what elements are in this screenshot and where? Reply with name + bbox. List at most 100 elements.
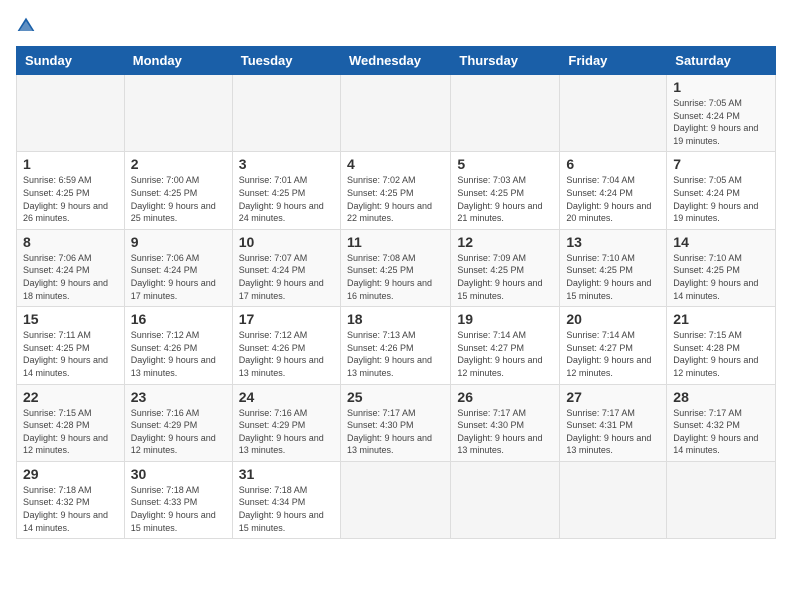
calendar-cell [340,75,450,152]
day-info: Sunrise: 7:14 AMSunset: 4:27 PMDaylight:… [457,330,542,378]
calendar-cell: 14 Sunrise: 7:10 AMSunset: 4:25 PMDayligh… [667,229,776,306]
calendar-table: SundayMondayTuesdayWednesdayThursdayFrid… [16,46,776,539]
day-info: Sunrise: 7:15 AMSunset: 4:28 PMDaylight:… [673,330,758,378]
day-info: Sunrise: 7:17 AMSunset: 4:30 PMDaylight:… [457,408,542,456]
calendar-week-2: 1Sunrise: 6:59 AMSunset: 4:25 PMDaylight… [17,152,776,229]
day-info: Sunrise: 7:10 AMSunset: 4:25 PMDaylight:… [673,253,758,301]
calendar-cell: 12Sunrise: 7:09 AMSunset: 4:25 PMDayligh… [451,229,560,306]
calendar-cell [340,461,450,538]
calendar-cell: 8Sunrise: 7:06 AMSunset: 4:24 PMDaylight… [17,229,125,306]
calendar-cell: 21 Sunrise: 7:15 AMSunset: 4:28 PMDayligh… [667,307,776,384]
day-number: 6 [566,156,660,172]
calendar-week-5: 22Sunrise: 7:15 AMSunset: 4:28 PMDayligh… [17,384,776,461]
day-number: 14 [673,234,769,250]
calendar-cell: 26 Sunrise: 7:17 AMSunset: 4:30 PMDayligh… [451,384,560,461]
calendar-cell: 2 Sunrise: 7:00 AMSunset: 4:25 PMDaylight… [124,152,232,229]
calendar-cell: 10Sunrise: 7:07 AMSunset: 4:24 PMDayligh… [232,229,340,306]
calendar-cell: 11Sunrise: 7:08 AMSunset: 4:25 PMDayligh… [340,229,450,306]
day-number: 2 [131,156,226,172]
calendar-cell: 25 Sunrise: 7:17 AMSunset: 4:30 PMDayligh… [340,384,450,461]
day-number: 8 [23,234,118,250]
day-info: Sunrise: 7:17 AMSunset: 4:30 PMDaylight:… [347,408,432,456]
day-number: 16 [131,311,226,327]
calendar-cell: 13 Sunrise: 7:10 AMSunset: 4:25 PMDayligh… [560,229,667,306]
calendar-cell: 9Sunrise: 7:06 AMSunset: 4:24 PMDaylight… [124,229,232,306]
calendar-week-1: 1Sunrise: 7:05 AMSunset: 4:24 PMDaylight… [17,75,776,152]
day-of-week-friday: Friday [560,47,667,75]
day-number: 12 [457,234,553,250]
day-number: 13 [566,234,660,250]
day-number: 25 [347,389,444,405]
day-info: Sunrise: 7:18 AMSunset: 4:33 PMDaylight:… [131,485,216,533]
day-of-week-thursday: Thursday [451,47,560,75]
day-info: Sunrise: 7:00 AMSunset: 4:25 PMDaylight:… [131,175,216,223]
day-info: Sunrise: 7:16 AMSunset: 4:29 PMDaylight:… [131,408,216,456]
day-number: 21 [673,311,769,327]
calendar-cell [451,75,560,152]
day-info: Sunrise: 7:12 AMSunset: 4:26 PMDaylight:… [239,330,324,378]
calendar-cell: 22Sunrise: 7:15 AMSunset: 4:28 PMDayligh… [17,384,125,461]
calendar-cell: 19 Sunrise: 7:14 AMSunset: 4:27 PMDayligh… [451,307,560,384]
day-number: 19 [457,311,553,327]
day-of-week-tuesday: Tuesday [232,47,340,75]
day-info: Sunrise: 7:08 AMSunset: 4:25 PMDaylight:… [347,253,432,301]
day-number: 22 [23,389,118,405]
day-info: Sunrise: 6:59 AMSunset: 4:25 PMDaylight:… [23,175,108,223]
calendar-cell: 4 Sunrise: 7:02 AMSunset: 4:25 PMDaylight… [340,152,450,229]
day-info: Sunrise: 7:06 AMSunset: 4:24 PMDaylight:… [131,253,216,301]
calendar-cell: 16Sunrise: 7:12 AMSunset: 4:26 PMDayligh… [124,307,232,384]
calendar-cell: 24 Sunrise: 7:16 AMSunset: 4:29 PMDayligh… [232,384,340,461]
day-info: Sunrise: 7:02 AMSunset: 4:25 PMDaylight:… [347,175,432,223]
calendar-cell [124,75,232,152]
calendar-cell: 29 Sunrise: 7:18 AMSunset: 4:32 PMDayligh… [17,461,125,538]
day-of-week-monday: Monday [124,47,232,75]
calendar-cell: 5Sunrise: 7:03 AMSunset: 4:25 PMDaylight… [451,152,560,229]
calendar-cell: 17Sunrise: 7:12 AMSunset: 4:26 PMDayligh… [232,307,340,384]
day-info: Sunrise: 7:14 AMSunset: 4:27 PMDaylight:… [566,330,651,378]
day-of-week-saturday: Saturday [667,47,776,75]
calendar-cell [17,75,125,152]
day-info: Sunrise: 7:04 AMSunset: 4:24 PMDaylight:… [566,175,651,223]
calendar-cell [667,461,776,538]
day-info: Sunrise: 7:13 AMSunset: 4:26 PMDaylight:… [347,330,432,378]
day-info: Sunrise: 7:03 AMSunset: 4:25 PMDaylight:… [457,175,542,223]
day-info: Sunrise: 7:01 AMSunset: 4:25 PMDaylight:… [239,175,324,223]
day-number: 4 [347,156,444,172]
calendar-cell [232,75,340,152]
day-info: Sunrise: 7:16 AMSunset: 4:29 PMDaylight:… [239,408,324,456]
day-info: Sunrise: 7:10 AMSunset: 4:25 PMDaylight:… [566,253,651,301]
calendar-cell: 27Sunrise: 7:17 AMSunset: 4:31 PMDayligh… [560,384,667,461]
day-info: Sunrise: 7:17 AMSunset: 4:31 PMDaylight:… [566,408,651,456]
day-number: 18 [347,311,444,327]
day-info: Sunrise: 7:18 AMSunset: 4:32 PMDaylight:… [23,485,108,533]
day-info: Sunrise: 7:17 AMSunset: 4:32 PMDaylight:… [673,408,758,456]
logo [16,16,40,36]
calendar-week-4: 15 Sunrise: 7:11 AMSunset: 4:25 PMDayligh… [17,307,776,384]
day-of-week-wednesday: Wednesday [340,47,450,75]
day-info: Sunrise: 7:18 AMSunset: 4:34 PMDaylight:… [239,485,324,533]
day-info: Sunrise: 7:05 AMSunset: 4:24 PMDaylight:… [673,98,758,146]
day-number: 29 [23,466,118,482]
day-info: Sunrise: 7:11 AMSunset: 4:25 PMDaylight:… [23,330,108,378]
day-number: 10 [239,234,334,250]
day-number: 24 [239,389,334,405]
day-number: 15 [23,311,118,327]
calendar-week-3: 8 Sunrise: 7:06 AMSunset: 4:24 PMDaylight… [17,229,776,306]
calendar-cell: 30Sunrise: 7:18 AMSunset: 4:33 PMDayligh… [124,461,232,538]
logo-icon [16,16,36,36]
calendar-body: 1Sunrise: 7:05 AMSunset: 4:24 PMDaylight… [17,75,776,539]
calendar-cell: 18 Sunrise: 7:13 AMSunset: 4:26 PMDayligh… [340,307,450,384]
calendar-cell: 28 Sunrise: 7:17 AMSunset: 4:32 PMDayligh… [667,384,776,461]
calendar-cell: 3Sunrise: 7:01 AMSunset: 4:25 PMDaylight… [232,152,340,229]
calendar-cell: 15 Sunrise: 7:11 AMSunset: 4:25 PMDayligh… [17,307,125,384]
calendar-cell [451,461,560,538]
day-number: 28 [673,389,769,405]
day-number: 20 [566,311,660,327]
day-number: 31 [239,466,334,482]
calendar-container: SundayMondayTuesdayWednesdayThursdayFrid… [0,0,792,547]
day-number: 7 [673,156,769,172]
header [16,16,776,36]
calendar-cell: 23Sunrise: 7:16 AMSunset: 4:29 PMDayligh… [124,384,232,461]
calendar-cell: 31 Sunrise: 7:18 AMSunset: 4:34 PMDayligh… [232,461,340,538]
day-number: 26 [457,389,553,405]
